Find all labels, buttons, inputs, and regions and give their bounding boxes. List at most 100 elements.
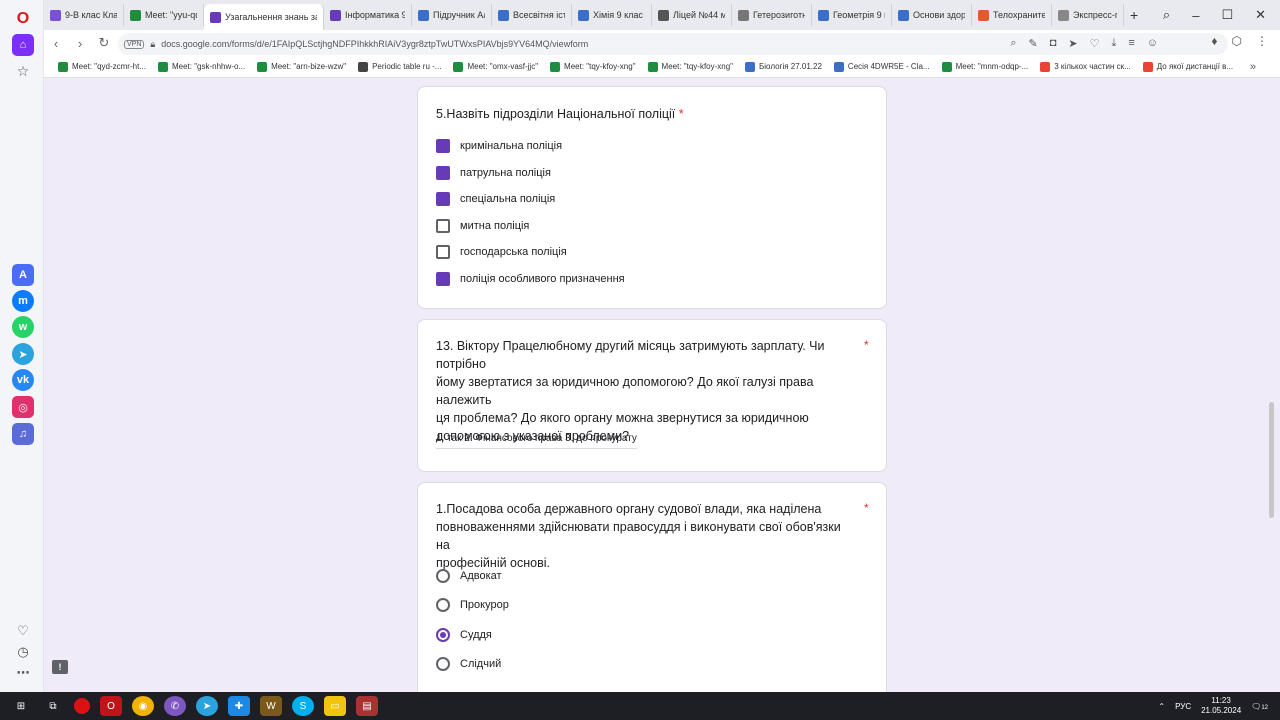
search-tabs-icon[interactable]: ⌕ bbox=[1163, 7, 1170, 23]
vk-icon[interactable]: vk bbox=[12, 369, 34, 391]
extension-icon[interactable]: ♦ bbox=[1211, 34, 1217, 48]
whatsapp-icon[interactable]: w bbox=[12, 316, 34, 338]
radio-unselected[interactable] bbox=[436, 569, 450, 583]
bookmark-item[interactable]: Meet: "arn-bize-wzw" bbox=[251, 61, 352, 72]
maximize-icon[interactable]: ☐ bbox=[1221, 7, 1233, 23]
checkbox-checked[interactable] bbox=[436, 139, 450, 153]
bookmarks-overflow-icon[interactable]: » bbox=[1250, 61, 1256, 73]
more-icon[interactable]: ⋯ bbox=[12, 662, 34, 684]
tab-7[interactable]: Ліцей №44 м. К bbox=[652, 4, 732, 26]
home-icon[interactable]: ⌂ bbox=[12, 34, 34, 56]
new-tab-button[interactable]: + bbox=[1124, 7, 1144, 23]
radio-unselected[interactable] bbox=[436, 656, 450, 671]
bookmark-item[interactable]: Біологія 27.01.22 bbox=[739, 61, 828, 72]
history-icon[interactable]: ◷ bbox=[12, 641, 34, 663]
lock-icon[interactable]: 🔒︎ bbox=[150, 39, 155, 50]
vpn-badge[interactable]: VPN bbox=[124, 39, 145, 49]
send-icon[interactable]: ➤ bbox=[1068, 37, 1077, 50]
checkbox-option[interactable]: патрульна поліція bbox=[436, 165, 551, 180]
opera-logo-icon[interactable]: O bbox=[12, 8, 34, 30]
radio-option[interactable]: Слідчий bbox=[436, 656, 501, 671]
back-icon[interactable]: ‹ bbox=[44, 36, 68, 51]
explorer-icon[interactable]: ▭ bbox=[324, 696, 346, 716]
checkbox-option[interactable]: спеціальна поліція bbox=[436, 192, 555, 206]
bookmark-item[interactable]: Сесія 4DWR5E - Cla... bbox=[828, 61, 936, 72]
tab-8[interactable]: Гетерозиготніст bbox=[732, 4, 812, 26]
checkbox-unchecked[interactable] bbox=[436, 245, 450, 259]
heart-bookmark-icon[interactable]: ♡ bbox=[1090, 37, 1100, 50]
bookmark-item[interactable]: Meet: "omx-vasf-jjc" bbox=[447, 61, 544, 72]
bookmark-item[interactable]: Meet: "gsk-nhhw-o... bbox=[152, 61, 251, 72]
scrollbar-thumb[interactable] bbox=[1269, 402, 1274, 518]
tray-chevron-icon[interactable]: ⌃ bbox=[1158, 702, 1165, 711]
bookmark-item[interactable]: 3 кількох частин ск... bbox=[1034, 61, 1137, 72]
winrar-icon[interactable]: ▤ bbox=[356, 696, 378, 716]
camera-icon[interactable]: ◘ bbox=[1050, 37, 1057, 50]
report-problem-icon[interactable]: ! bbox=[52, 660, 68, 674]
minimize-icon[interactable]: – bbox=[1192, 8, 1199, 23]
checkbox-option[interactable]: господарська поліція bbox=[436, 245, 567, 259]
address-bar[interactable]: VPN 🔒︎ docs.google.com/forms/d/e/1FAIpQL… bbox=[118, 33, 1228, 55]
bookmark-item[interactable]: До якої дистанції в... bbox=[1137, 61, 1239, 72]
bookmark-item[interactable]: Meet: "tqy-kfoy-xng" bbox=[642, 61, 739, 72]
bookmark-item[interactable]: Meet: "qyd-zcmr-ht... bbox=[52, 61, 152, 72]
radio-option[interactable]: Суддя bbox=[436, 627, 492, 642]
tab-9[interactable]: Геометрія 9 кла bbox=[812, 4, 892, 26]
windows-start-icon[interactable]: ⊞ bbox=[10, 696, 32, 716]
radio-selected[interactable] bbox=[436, 627, 450, 642]
reload-icon[interactable]: ↻ bbox=[92, 35, 116, 51]
instagram-icon[interactable]: ◎ bbox=[12, 396, 34, 418]
bookmark-item[interactable]: Meet: "mnm-odqp-... bbox=[936, 61, 1035, 72]
clock[interactable]: 11:23 21.05.2024 bbox=[1201, 696, 1241, 716]
tab-12[interactable]: Экспресс-панель bbox=[1052, 4, 1124, 26]
menu-icon[interactable]: ≡ bbox=[1128, 37, 1134, 50]
radio-option[interactable]: Адвокат bbox=[436, 569, 502, 583]
tab-5[interactable]: Всесвітня істор bbox=[492, 4, 572, 26]
tab-11[interactable]: Телохранители bbox=[972, 4, 1052, 26]
tab-4[interactable]: Підручник Алге bbox=[412, 4, 492, 26]
aria-icon[interactable]: A bbox=[12, 264, 34, 286]
task-view-icon[interactable]: ⧉ bbox=[42, 696, 64, 716]
messenger-icon[interactable]: m bbox=[12, 290, 34, 312]
chrome-icon[interactable]: ◉ bbox=[132, 696, 154, 716]
zoom-icon[interactable]: ⌕ bbox=[1010, 37, 1016, 50]
checkbox-checked[interactable] bbox=[436, 192, 450, 206]
bookmark-item[interactable]: Periodic table ru -... bbox=[352, 61, 447, 72]
radio-unselected[interactable] bbox=[436, 598, 450, 613]
page-scrollbar[interactable] bbox=[1264, 78, 1280, 692]
edit-icon[interactable]: ✎ bbox=[1029, 37, 1038, 50]
checkbox-option[interactable]: митна поліція bbox=[436, 218, 529, 233]
close-icon[interactable]: ✕ bbox=[1255, 7, 1266, 23]
telegram-taskbar-icon[interactable]: ➤ bbox=[196, 696, 218, 716]
checkbox-checked[interactable] bbox=[436, 165, 450, 180]
tab-1[interactable]: Meet: "yyu-qdaf bbox=[124, 4, 204, 26]
tab-3[interactable]: Інформатика 9 к bbox=[324, 4, 412, 26]
checkbox-option[interactable]: поліція особливого призначення bbox=[436, 271, 625, 286]
skype-icon[interactable]: S bbox=[292, 696, 314, 716]
telegram-icon[interactable]: ➤ bbox=[12, 343, 34, 365]
record-icon[interactable] bbox=[74, 698, 90, 714]
profile-icon[interactable]: ☺ bbox=[1147, 37, 1158, 50]
wow-icon[interactable]: W bbox=[260, 696, 282, 716]
language-indicator[interactable]: РУС bbox=[1175, 702, 1191, 711]
settings-icon[interactable]: ⋮ bbox=[1256, 34, 1268, 48]
tab-10[interactable]: Основи здоров bbox=[892, 4, 972, 26]
tab-0[interactable]: 9-В клас Класна bbox=[44, 4, 124, 26]
short-answer-field[interactable]: 1. так 2. Фінансового права 3. до прокур… bbox=[436, 433, 637, 449]
url-text[interactable]: docs.google.com/forms/d/e/1FAIpQLSctjhgN… bbox=[161, 39, 588, 49]
download-icon[interactable]: ⤓ bbox=[1111, 37, 1116, 50]
radio-option[interactable]: Прокурор bbox=[436, 598, 509, 613]
notifications-icon[interactable]: 🗨︎12 bbox=[1251, 702, 1268, 711]
app-icon[interactable]: ✚ bbox=[228, 696, 250, 716]
viber-icon[interactable]: ✆ bbox=[164, 696, 186, 716]
checkbox-checked[interactable] bbox=[436, 271, 450, 286]
opera-taskbar-icon[interactable]: O bbox=[100, 696, 122, 716]
box-icon[interactable]: ⬡ bbox=[1232, 34, 1242, 48]
player-icon[interactable]: ♫ bbox=[12, 423, 34, 445]
forward-icon[interactable]: › bbox=[68, 36, 92, 51]
star-icon[interactable]: ☆ bbox=[12, 60, 34, 82]
tab-6[interactable]: Хімія 9 клас - Ш bbox=[572, 4, 652, 26]
checkbox-option[interactable]: кримінальна поліція bbox=[436, 139, 562, 153]
heart-icon[interactable]: ♡ bbox=[12, 620, 34, 642]
checkbox-unchecked[interactable] bbox=[436, 218, 450, 233]
